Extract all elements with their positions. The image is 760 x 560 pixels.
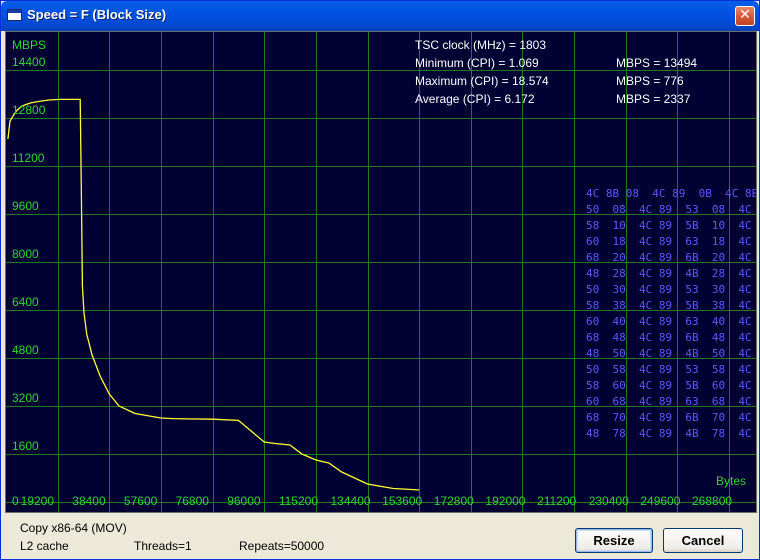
speed-window: Speed = F (Block Size) ✕ MBPS Bytes 1440… xyxy=(0,0,760,560)
y-tick-label: 9600 xyxy=(12,199,39,213)
hex-dump-row: 50 30 4C 89 53 30 4C 8B xyxy=(586,283,757,296)
tsc-clock-text: TSC clock (MHz) = 1803 xyxy=(415,38,547,52)
hex-dump-row: 58 38 4C 89 5B 38 4C 8B xyxy=(586,299,757,312)
maximum-mbps-text: MBPS = 776 xyxy=(616,74,684,88)
hex-dump-row: 50 58 4C 89 53 58 4C 8B xyxy=(586,363,757,376)
hex-dump-row: 68 20 4C 89 6B 20 4C 8B xyxy=(586,251,757,264)
y-tick-label: 4800 xyxy=(12,343,39,357)
hex-dump-row: 50 08 4C 89 53 08 4C 8B xyxy=(586,203,757,216)
y-tick-label: 8000 xyxy=(12,247,39,261)
minimum-cpi-text: Minimum (CPI) = 1.069 xyxy=(415,56,539,70)
repeats-label: Repeats=50000 xyxy=(239,539,325,553)
x-tick-label: 57600 xyxy=(123,494,158,508)
x-tick-label: 268800 xyxy=(692,494,733,508)
x-tick-label: 76800 xyxy=(175,494,209,508)
hex-dump-row: 68 48 4C 89 6B 48 4C 8B xyxy=(586,331,757,344)
x-tick-label: 230400 xyxy=(588,494,629,508)
x-tick-label: 19200 xyxy=(20,494,55,508)
threads-label: Threads=1 xyxy=(134,539,192,553)
window-title: Speed = F (Block Size) xyxy=(27,7,167,22)
instruction-hex-dump: 4C 8B 08 4C 89 0B 4C 8B 50 08 4C 89 53 08… xyxy=(586,186,757,442)
hex-dump-row: 48 78 4C 89 4B 78 4C 01 xyxy=(586,427,757,440)
cancel-button[interactable]: Cancel xyxy=(663,528,743,553)
title-bar[interactable]: Speed = F (Block Size) ✕ xyxy=(1,1,759,31)
hex-dump-row: 4C 8B 08 4C 89 0B 4C 8B xyxy=(586,187,757,200)
hex-dump-row: 58 10 4C 89 5B 10 4C 8B xyxy=(586,219,757,232)
hex-dump-row: 68 70 4C 89 6B 70 4C 8B xyxy=(586,411,757,424)
cache-label: L2 cache xyxy=(20,539,69,553)
close-button[interactable]: ✕ xyxy=(735,6,755,26)
hex-dump-row: 58 60 4C 89 5B 60 4C 8B xyxy=(586,379,757,392)
average-cpi-text: Average (CPI) = 6.172 xyxy=(415,92,535,106)
y-tick-label: 11200 xyxy=(12,151,45,165)
maximum-cpi-text: Maximum (CPI) = 18.574 xyxy=(415,74,549,88)
y-tick-label: 14400 xyxy=(12,55,46,69)
x-tick-zero: 0 xyxy=(12,494,19,508)
status-footer: Copy x86-64 (MOV) L2 cache Threads=1 Rep… xyxy=(1,513,759,559)
x-tick-label: 115200 xyxy=(278,494,318,508)
hex-dump-row: 48 28 4C 89 4B 28 4C 8B xyxy=(586,267,757,280)
x-unit-label: Bytes xyxy=(716,474,747,488)
method-label: Copy x86-64 (MOV) xyxy=(20,521,127,535)
x-tick-label: 211200 xyxy=(537,494,577,508)
y-tick-label: 6400 xyxy=(12,295,39,309)
average-mbps-text: MBPS = 2337 xyxy=(616,92,691,106)
app-window-icon xyxy=(7,9,22,21)
x-tick-label: 96000 xyxy=(227,494,261,508)
hex-dump-row: 60 68 4C 89 63 68 4C 8B xyxy=(586,395,757,408)
x-tick-label: 249600 xyxy=(640,494,681,508)
x-tick-label: 134400 xyxy=(330,494,371,508)
minimum-mbps-text: MBPS = 13494 xyxy=(616,56,698,70)
y-tick-label: 3200 xyxy=(12,391,39,405)
y-tick-label: 1600 xyxy=(12,439,39,453)
y-tick-label: 12800 xyxy=(12,103,46,117)
speed-chart: MBPS Bytes 14400 12800 11200 9600 8000 6400 48… xyxy=(5,31,757,513)
hex-dump-row: 48 50 4C 89 4B 50 4C 8B xyxy=(586,347,757,360)
y-unit-label: MBPS xyxy=(12,38,47,52)
x-tick-label: 172800 xyxy=(433,494,474,508)
hex-dump-row: 60 40 4C 89 63 40 4C 8B xyxy=(586,315,757,328)
hex-dump-row: 60 18 4C 89 63 18 4C 8B xyxy=(586,235,757,248)
x-tick-label: 38400 xyxy=(72,494,106,508)
x-tick-label: 192000 xyxy=(485,494,526,508)
resize-button[interactable]: Resize xyxy=(575,528,653,553)
x-tick-label: 153600 xyxy=(382,494,423,508)
